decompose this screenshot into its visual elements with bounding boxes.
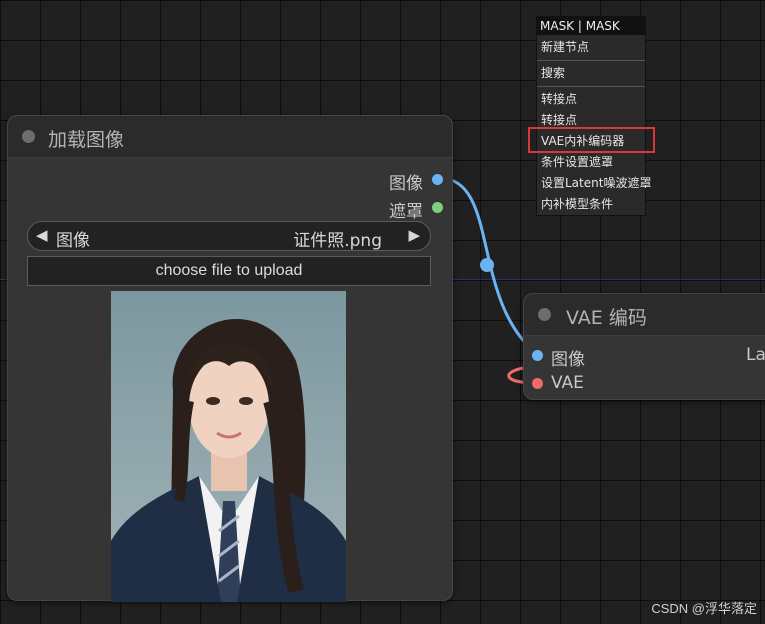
- vae-encode-node-header[interactable]: VAE 编码: [524, 294, 765, 336]
- menu-item-inpaint-model-conditioning[interactable]: 内补模型条件: [537, 194, 645, 214]
- menu-item-new-node[interactable]: 新建节点: [537, 37, 645, 57]
- output-slot-image[interactable]: [432, 174, 443, 185]
- output-slot-mask[interactable]: [432, 202, 443, 213]
- input-label-vae: VAE: [551, 373, 584, 393]
- menu-item-search[interactable]: 搜索: [537, 63, 645, 83]
- output-label-image: 图像: [389, 174, 423, 194]
- load-image-node-header[interactable]: 加载图像: [8, 116, 452, 158]
- vae-encode-node-title: VAE 编码: [566, 307, 647, 329]
- output-label-latent: La: [746, 345, 765, 365]
- menu-separator: [537, 86, 645, 87]
- combo-prev-arrow-icon[interactable]: ◀: [36, 226, 48, 244]
- menu-item-set-latent-noise-mask[interactable]: 设置Latent噪波遮罩: [537, 173, 651, 193]
- load-image-node[interactable]: 加载图像 图像 遮罩 ◀ 图像 证件照.png ▶ choose file to…: [7, 115, 453, 602]
- upload-button[interactable]: choose file to upload: [27, 256, 431, 286]
- combo-value: 证件照.png: [293, 231, 382, 251]
- highlight-box: [528, 127, 655, 153]
- context-menu-title: MASK | MASK: [537, 17, 645, 35]
- context-menu[interactable]: MASK | MASK 新建节点 搜索 转接点 转接点 VAE内补编码器 条件设…: [536, 16, 651, 216]
- image-preview: [111, 291, 346, 602]
- watermark: CSDN @浮华落定: [651, 601, 757, 616]
- menu-item-reroute-1[interactable]: 转接点: [537, 89, 645, 109]
- menu-separator: [537, 60, 645, 61]
- output-label-mask: 遮罩: [389, 202, 423, 222]
- load-image-node-title: 加载图像: [48, 129, 125, 151]
- input-slot-image[interactable]: [532, 350, 543, 361]
- collapse-dot-icon[interactable]: [538, 308, 551, 321]
- combo-label: 图像: [56, 231, 90, 251]
- input-slot-vae[interactable]: [532, 378, 543, 389]
- vae-encode-node[interactable]: VAE 编码 图像 VAE La: [523, 293, 765, 400]
- combo-next-arrow-icon[interactable]: ▶: [408, 226, 420, 244]
- image-combo-widget[interactable]: ◀ 图像 证件照.png ▶: [27, 221, 431, 251]
- link-midpoint-handle: [480, 258, 494, 272]
- collapse-dot-icon[interactable]: [22, 130, 35, 143]
- menu-item-condition-set-mask[interactable]: 条件设置遮罩: [537, 152, 645, 172]
- input-label-image: 图像: [551, 350, 585, 370]
